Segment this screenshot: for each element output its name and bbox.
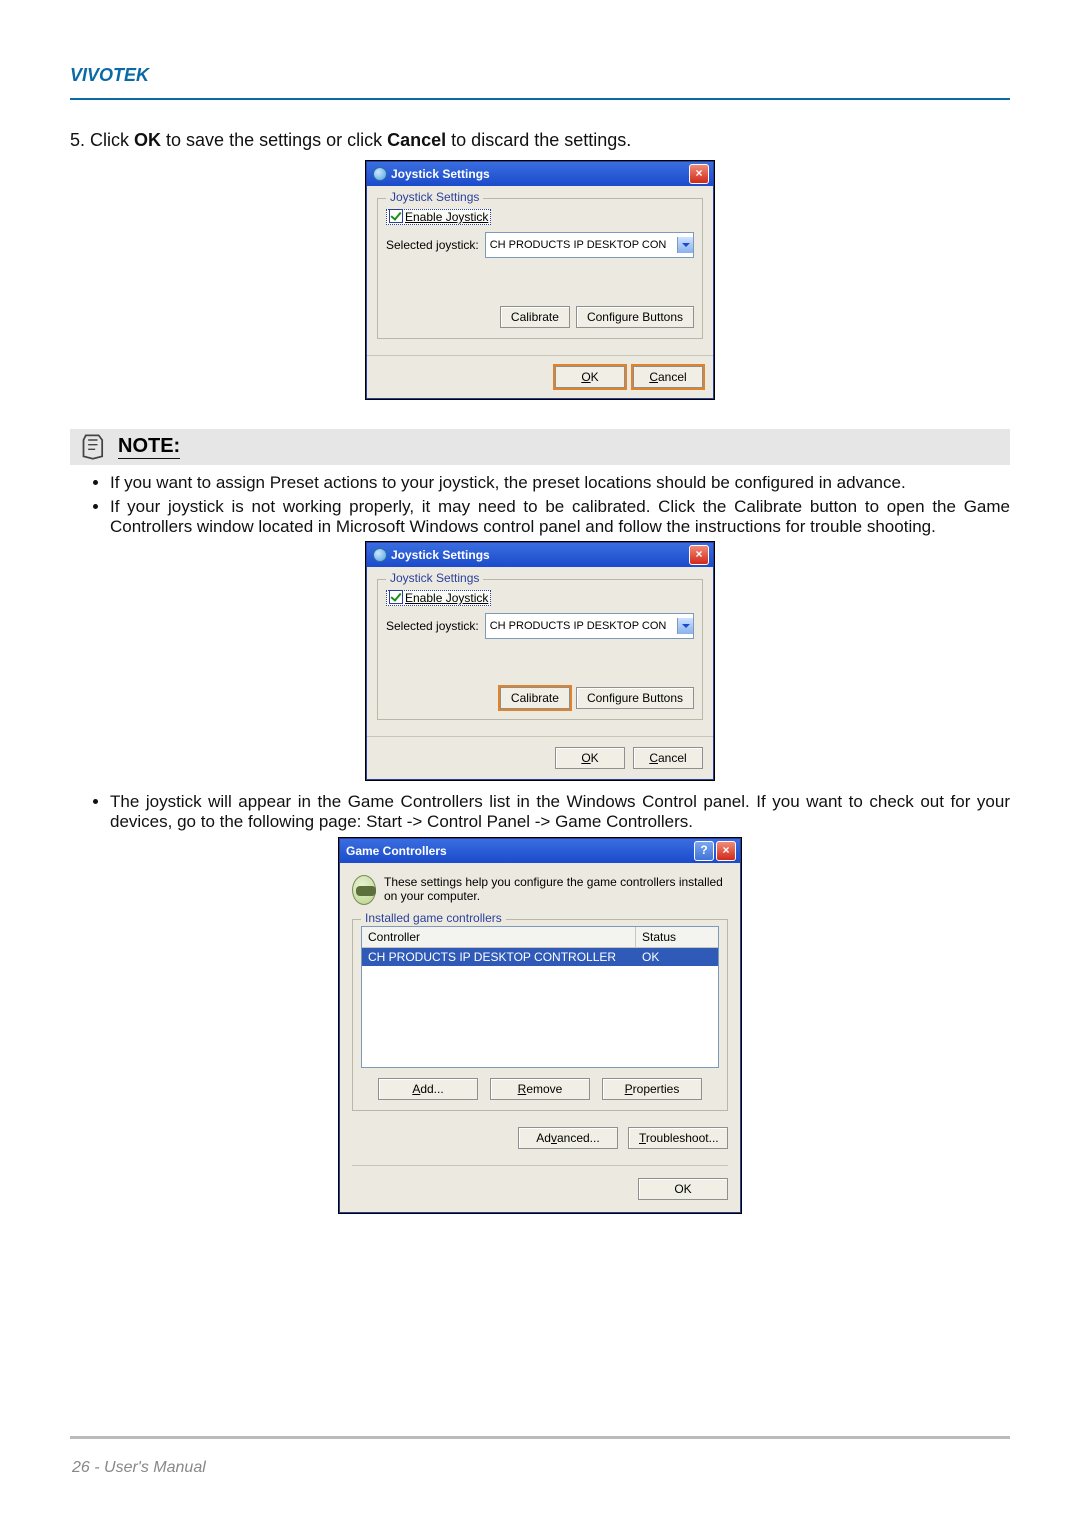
fieldset-legend: Joystick Settings xyxy=(386,571,483,585)
chevron-down-icon xyxy=(677,237,693,253)
installed-controllers-fieldset: Installed game controllers Controller St… xyxy=(352,919,728,1111)
cancel-button[interactable]: Cancel xyxy=(633,747,703,769)
dialog-title: Joystick Settings xyxy=(391,167,490,181)
bottom-divider xyxy=(70,1436,1010,1439)
manual-page: VIVOTEK 5. Click OK to save the settings… xyxy=(0,0,1080,1527)
checkbox-icon xyxy=(389,590,403,604)
dialog-title: Game Controllers xyxy=(346,844,447,858)
app-icon xyxy=(373,167,387,181)
controller-name: CH PRODUCTS IP DESKTOP CONTROLLER xyxy=(362,948,636,966)
note-bullet-1: If you want to assign Preset actions to … xyxy=(110,473,1010,493)
top-divider xyxy=(70,98,1010,100)
calibrate-button[interactable]: Calibrate xyxy=(500,306,570,328)
ok-button[interactable]: OK xyxy=(555,747,625,769)
titlebar[interactable]: Joystick Settings × xyxy=(367,162,713,186)
close-icon[interactable]: × xyxy=(689,164,709,184)
list-item[interactable]: CH PRODUCTS IP DESKTOP CONTROLLER OK xyxy=(362,948,718,966)
step-instruction: 5. Click OK to save the settings or clic… xyxy=(70,130,1010,151)
properties-button[interactable]: Properties xyxy=(602,1078,702,1100)
controller-status: OK xyxy=(636,948,718,966)
selected-joystick-label: Selected joystick: xyxy=(386,619,479,633)
ok-button[interactable]: OK xyxy=(638,1178,728,1200)
help-icon[interactable]: ? xyxy=(694,841,714,861)
fieldset-legend: Joystick Settings xyxy=(386,190,483,204)
close-icon[interactable]: × xyxy=(716,841,736,861)
checkbox-icon xyxy=(389,209,403,223)
titlebar[interactable]: Game Controllers ? × xyxy=(340,839,740,863)
col-controller: Controller xyxy=(362,927,636,947)
listview-header: Controller Status xyxy=(362,927,718,948)
note-icon xyxy=(80,433,108,461)
joystick-fieldset: Joystick Settings Enable Joystick Select… xyxy=(377,579,703,720)
enable-joystick-checkbox[interactable]: Enable Joystick xyxy=(386,209,491,225)
brand-heading: VIVOTEK xyxy=(70,65,1010,86)
enable-joystick-label: Enable Joystick xyxy=(405,591,488,605)
step-ok-word: OK xyxy=(134,130,161,150)
selected-joystick-combo[interactable]: CH PRODUCTS IP DESKTOP CON xyxy=(485,232,694,258)
configure-buttons-button[interactable]: Configure Buttons xyxy=(576,687,694,709)
advanced-button[interactable]: Advanced... xyxy=(518,1127,618,1149)
selected-joystick-value: CH PRODUCTS IP DESKTOP CON xyxy=(490,620,667,632)
note-heading-bar: NOTE: xyxy=(70,429,1010,465)
note-title: NOTE: xyxy=(118,435,180,459)
remove-button[interactable]: Remove xyxy=(490,1078,590,1100)
selected-joystick-value: CH PRODUCTS IP DESKTOP CON xyxy=(490,239,667,251)
note-bullet-3: The joystick will appear in the Game Con… xyxy=(110,792,1010,832)
controllers-listview[interactable]: Controller Status CH PRODUCTS IP DESKTOP… xyxy=(361,926,719,1068)
troubleshoot-button[interactable]: Troubleshoot... xyxy=(628,1127,728,1149)
note-list-2: The joystick will appear in the Game Con… xyxy=(70,792,1010,832)
selected-joystick-label: Selected joystick: xyxy=(386,238,479,252)
dialog-title: Joystick Settings xyxy=(391,548,490,562)
step-prefix: Click xyxy=(90,130,134,150)
game-controllers-dialog: Game Controllers ? × These settings help… xyxy=(339,838,741,1213)
chevron-down-icon xyxy=(677,618,693,634)
step-number: 5. xyxy=(70,130,85,150)
add-button[interactable]: Add... xyxy=(378,1078,478,1100)
cancel-button[interactable]: Cancel xyxy=(633,366,703,388)
app-icon xyxy=(373,548,387,562)
col-status: Status xyxy=(636,927,718,947)
page-footer: 26 - User's Manual xyxy=(72,1459,206,1477)
joystick-fieldset: Joystick Settings Enable Joystick Select… xyxy=(377,198,703,339)
note-bullet-2: If your joystick is not working properly… xyxy=(110,497,1010,537)
step-mid: to save the settings or click xyxy=(161,130,387,150)
joystick-settings-dialog-2: Joystick Settings × Joystick Settings En… xyxy=(366,542,714,780)
gamepad-icon xyxy=(352,875,376,905)
enable-joystick-checkbox[interactable]: Enable Joystick xyxy=(386,590,491,606)
gc-legend: Installed game controllers xyxy=(361,911,506,925)
enable-joystick-label: Enable Joystick xyxy=(405,210,488,224)
note-list: If you want to assign Preset actions to … xyxy=(70,473,1010,537)
close-icon[interactable]: × xyxy=(689,545,709,565)
step-cancel-word: Cancel xyxy=(387,130,446,150)
ok-button[interactable]: OOKK xyxy=(555,366,625,388)
joystick-settings-dialog-1: Joystick Settings × Joystick Settings En… xyxy=(366,161,714,399)
calibrate-button[interactable]: Calibrate xyxy=(500,687,570,709)
configure-buttons-button[interactable]: Configure Buttons xyxy=(576,306,694,328)
gc-description: These settings help you configure the ga… xyxy=(384,875,728,903)
step-suffix: to discard the settings. xyxy=(446,130,631,150)
titlebar[interactable]: Joystick Settings × xyxy=(367,543,713,567)
selected-joystick-combo[interactable]: CH PRODUCTS IP DESKTOP CON xyxy=(485,613,694,639)
